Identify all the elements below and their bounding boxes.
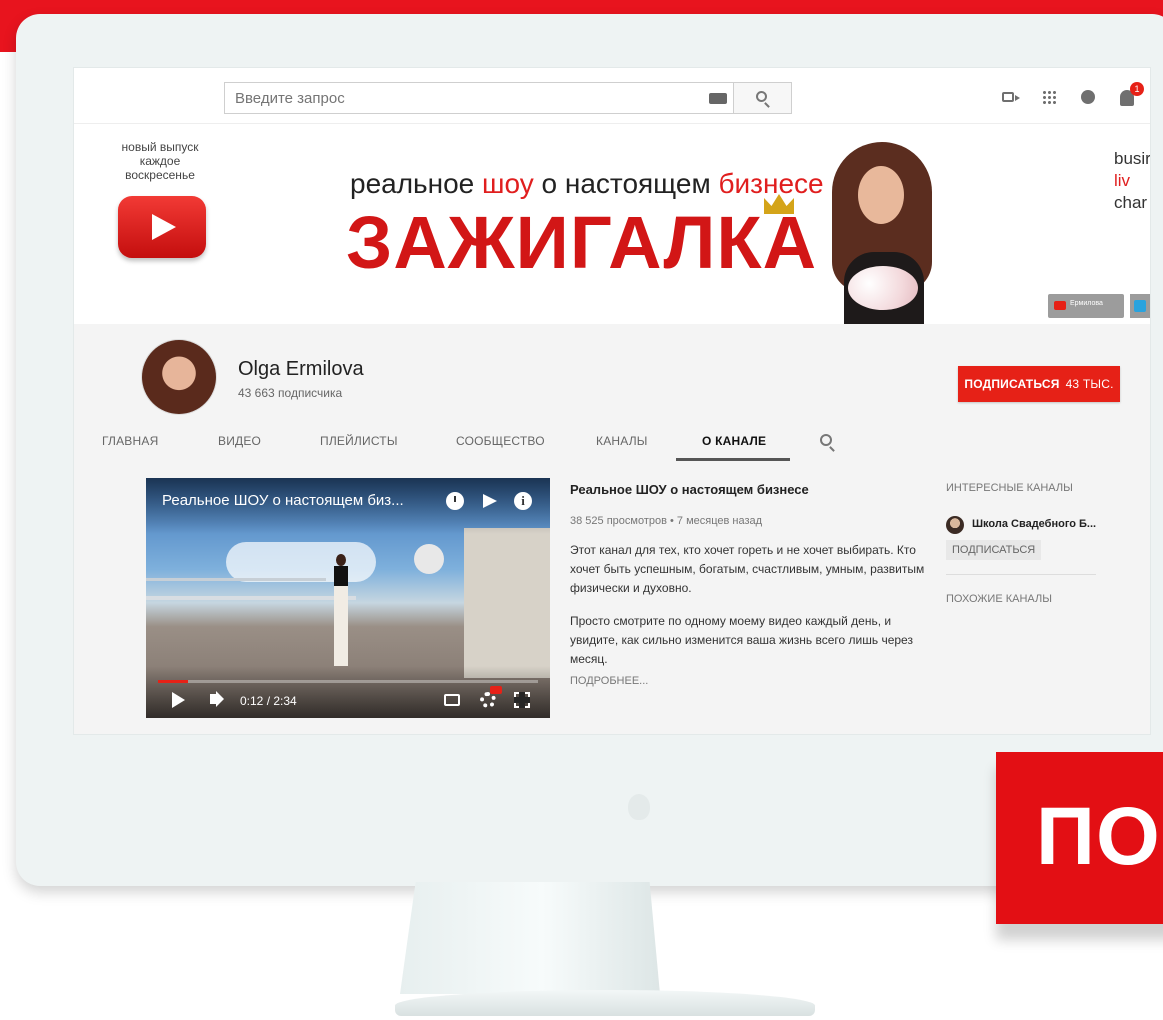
featured-channel-subscribe-button[interactable]: ПОДПИСАТЬСЯ — [946, 540, 1042, 560]
banner-subtitle-part: о настоящем — [533, 168, 719, 199]
trailer-title[interactable]: Реальное ШОУ о настоящем бизнесе — [570, 482, 926, 497]
featured-channel-item[interactable]: Школа Свадебного Б... — [946, 516, 1106, 536]
share-icon[interactable] — [480, 492, 498, 510]
banner-subtitle-accent: бизнесе — [718, 168, 824, 199]
monitor: 1 новый выпуск каждое воскресенье реальн… — [16, 14, 1163, 886]
youtube-channel-screen: 1 новый выпуск каждое воскресенье реальн… — [74, 68, 1150, 734]
subscribe-label: ПОДПИСАТЬСЯ — [964, 377, 1060, 391]
banner-right-text: busir liv char — [1114, 148, 1150, 214]
volume-icon[interactable] — [210, 694, 218, 704]
video-title[interactable]: Реальное ШОУ о настоящем биз... — [162, 492, 452, 509]
channel-name: Olga Ermilova — [238, 358, 364, 380]
tab-about[interactable]: О КАНАЛЕ — [702, 434, 766, 448]
channel-avatar[interactable] — [142, 340, 216, 414]
channel-description: Реальное ШОУ о настоящем бизнесе 38 525 … — [570, 482, 926, 687]
interesting-channels-heading: ИНТЕРЕСНЫЕ КАНАЛЫ — [946, 482, 1073, 494]
figure-top — [334, 566, 348, 586]
figure-legs — [334, 586, 348, 666]
search-box[interactable] — [224, 82, 734, 114]
video-time: 0:12 / 2:34 — [240, 694, 297, 708]
search-button[interactable] — [734, 82, 792, 114]
similar-channels-heading: ПОХОЖИЕ КАНАЛЫ — [946, 593, 1052, 605]
youtube-play-logo-icon — [118, 196, 206, 258]
sidebar-divider — [946, 574, 1096, 575]
tab-community[interactable]: СООБЩЕСТВО — [456, 434, 545, 448]
fullscreen-icon[interactable] — [514, 692, 530, 708]
video-scene-building — [464, 528, 550, 678]
settings-gear-icon[interactable] — [480, 692, 496, 708]
banner-right-line: busir — [1114, 149, 1150, 168]
trailer-video-player[interactable]: Реальное ШОУ о настоящем биз... 0:12 / 2… — [146, 478, 550, 718]
description-paragraph: Просто смотрите по одному моему видео ка… — [570, 614, 913, 666]
youtube-mini-icon — [1054, 301, 1066, 310]
video-scene-dish — [414, 544, 444, 574]
tab-channels[interactable]: КАНАЛЫ — [596, 434, 648, 448]
telegram-link-icon[interactable] — [1130, 294, 1150, 318]
featured-channel-name[interactable]: Школа Свадебного Б... — [972, 518, 1096, 530]
banner-schedule-text: новый выпуск каждое воскресенье — [121, 140, 199, 182]
figure-head — [336, 554, 346, 566]
trailer-meta: 38 525 просмотров • 7 месяцев назад — [570, 515, 763, 527]
red-callout-block: ПО — [996, 752, 1163, 924]
banner-right-line: liv — [1114, 171, 1131, 190]
active-tab-indicator — [676, 458, 790, 461]
channel-header: Olga Ermilova 43 663 подписчика ПОДПИСАТ… — [74, 324, 1150, 462]
apps-grid-icon[interactable] — [1042, 90, 1056, 104]
banner-subtitle-part: реальное — [350, 168, 483, 199]
channel-tabs: ГЛАВНАЯ ВИДЕО ПЛЕЙЛИСТЫ СООБЩЕСТВО КАНАЛ… — [74, 424, 1150, 462]
upload-video-icon[interactable] — [1002, 92, 1020, 102]
banner-subtitle-accent: шоу — [482, 168, 534, 199]
search-icon — [756, 91, 767, 102]
banner-subtitle: реальное шоу о настоящем бизнесе — [350, 168, 824, 200]
channels-sidebar: ИНТЕРЕСНЫЕ КАНАЛЫ Школа Свадебного Б... … — [946, 482, 1106, 605]
video-scene-rail — [146, 578, 326, 581]
tab-home[interactable]: ГЛАВНАЯ — [102, 434, 158, 448]
video-progress-bar[interactable] — [158, 680, 538, 683]
flower-bouquet — [848, 266, 918, 310]
video-scene-cloud — [226, 542, 376, 582]
channel-banner: новый выпуск каждое воскресенье реальное… — [74, 124, 1150, 332]
info-icon[interactable] — [514, 492, 532, 510]
subscriber-count: 43 663 подписчика — [238, 386, 343, 400]
banner-title: ЗАЖИГАЛКА — [346, 201, 818, 284]
notification-count-badge: 1 — [1130, 82, 1144, 96]
monitor-stand-neck — [400, 882, 660, 994]
keyboard-icon[interactable] — [709, 93, 727, 104]
monitor-stand-base — [395, 990, 815, 1016]
messages-icon[interactable] — [1081, 90, 1095, 104]
watch-later-icon[interactable] — [446, 492, 464, 510]
featured-channel-avatar — [946, 516, 964, 534]
banner-youtube-link[interactable]: Ермилова — [1048, 294, 1124, 318]
subscribe-count: 43 ТЫС. — [1065, 377, 1114, 391]
promo-stage: 1 новый выпуск каждое воскресенье реальн… — [0, 0, 1163, 1020]
tab-videos[interactable]: ВИДЕО — [218, 434, 261, 448]
apple-logo-icon — [628, 794, 650, 820]
youtube-top-bar: 1 — [74, 68, 1150, 124]
hd-badge-icon — [490, 686, 502, 694]
read-more-link[interactable]: ПОДРОБНЕЕ... — [570, 675, 926, 687]
about-section: Реальное ШОУ о настоящем биз... 0:12 / 2… — [74, 462, 1150, 734]
video-progress-fill — [158, 680, 188, 683]
banner-host-photo — [818, 142, 948, 332]
host-face — [858, 166, 904, 224]
play-icon[interactable] — [172, 692, 185, 708]
banner-link-label: Ермилова — [1070, 300, 1103, 307]
channel-search-icon[interactable] — [820, 434, 832, 446]
tab-playlists[interactable]: ПЛЕЙЛИСТЫ — [320, 434, 398, 448]
subtitles-icon[interactable] — [444, 694, 460, 706]
description-paragraph: Этот канал для тех, кто хочет гореть и н… — [570, 543, 925, 595]
callout-text: ПО — [1036, 791, 1161, 882]
search-input[interactable] — [225, 83, 733, 113]
video-scene-woman — [332, 554, 350, 674]
subscribe-button[interactable]: ПОДПИСАТЬСЯ 43 ТЫС. — [958, 366, 1120, 402]
banner-right-line: char — [1114, 193, 1148, 212]
video-scene-rail — [146, 596, 356, 600]
